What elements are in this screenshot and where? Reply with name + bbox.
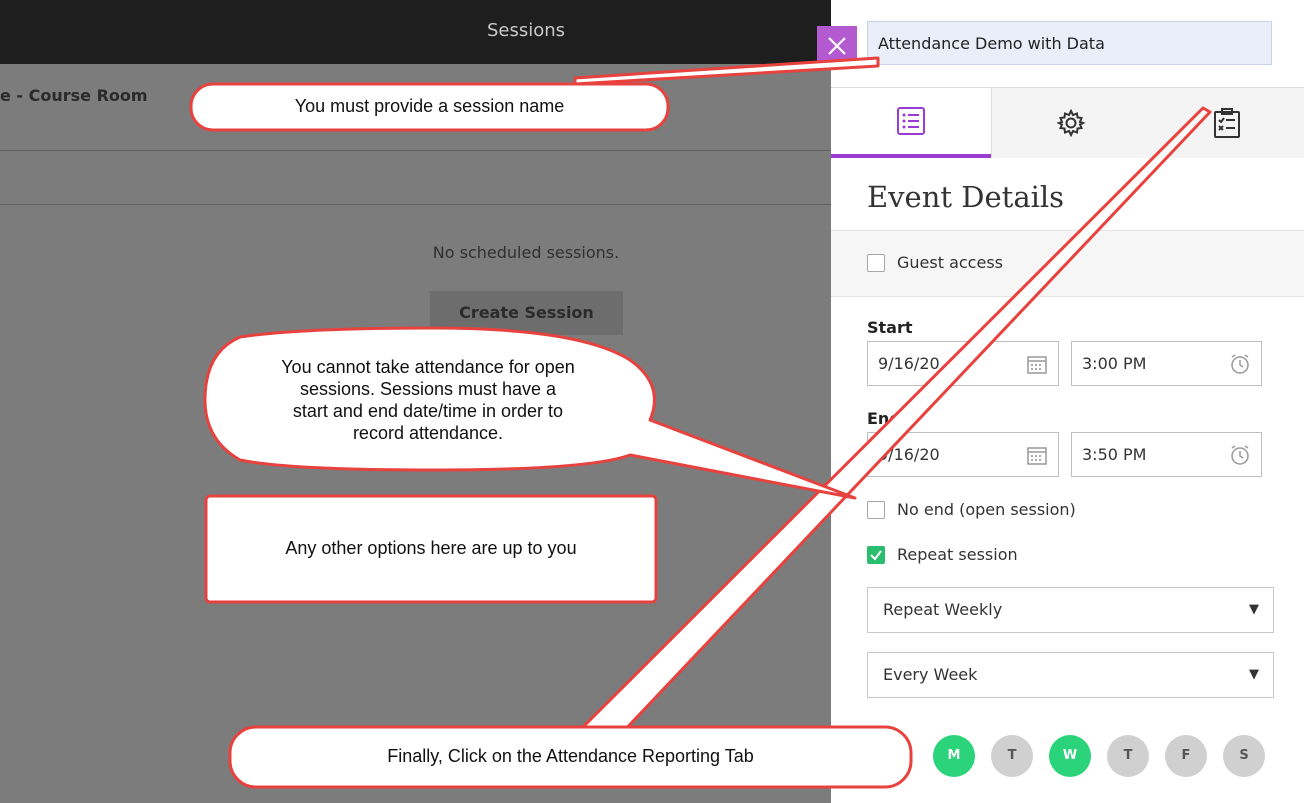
callout-attendance-tab: Finally, Click on the Attendance Reporti… — [387, 746, 754, 766]
callout-open-sessions-line: start and end date/time in order to — [292, 401, 564, 421]
annotation-overlay — [189, 56, 1212, 789]
callout-open-sessions: You cannot take attendance for open sess… — [228, 356, 628, 444]
callout-open-sessions-line: record attendance. — [352, 423, 504, 443]
callout-arrow — [573, 56, 880, 86]
callout-session-name: You must provide a session name — [294, 96, 565, 116]
callout-arrow — [573, 106, 1212, 737]
callout-open-sessions-line: You cannot take attendance for open — [281, 357, 575, 377]
callout-open-sessions-line: sessions. Sessions must have a — [299, 379, 557, 399]
callout-other-options: Any other options here are up to you — [285, 538, 577, 558]
